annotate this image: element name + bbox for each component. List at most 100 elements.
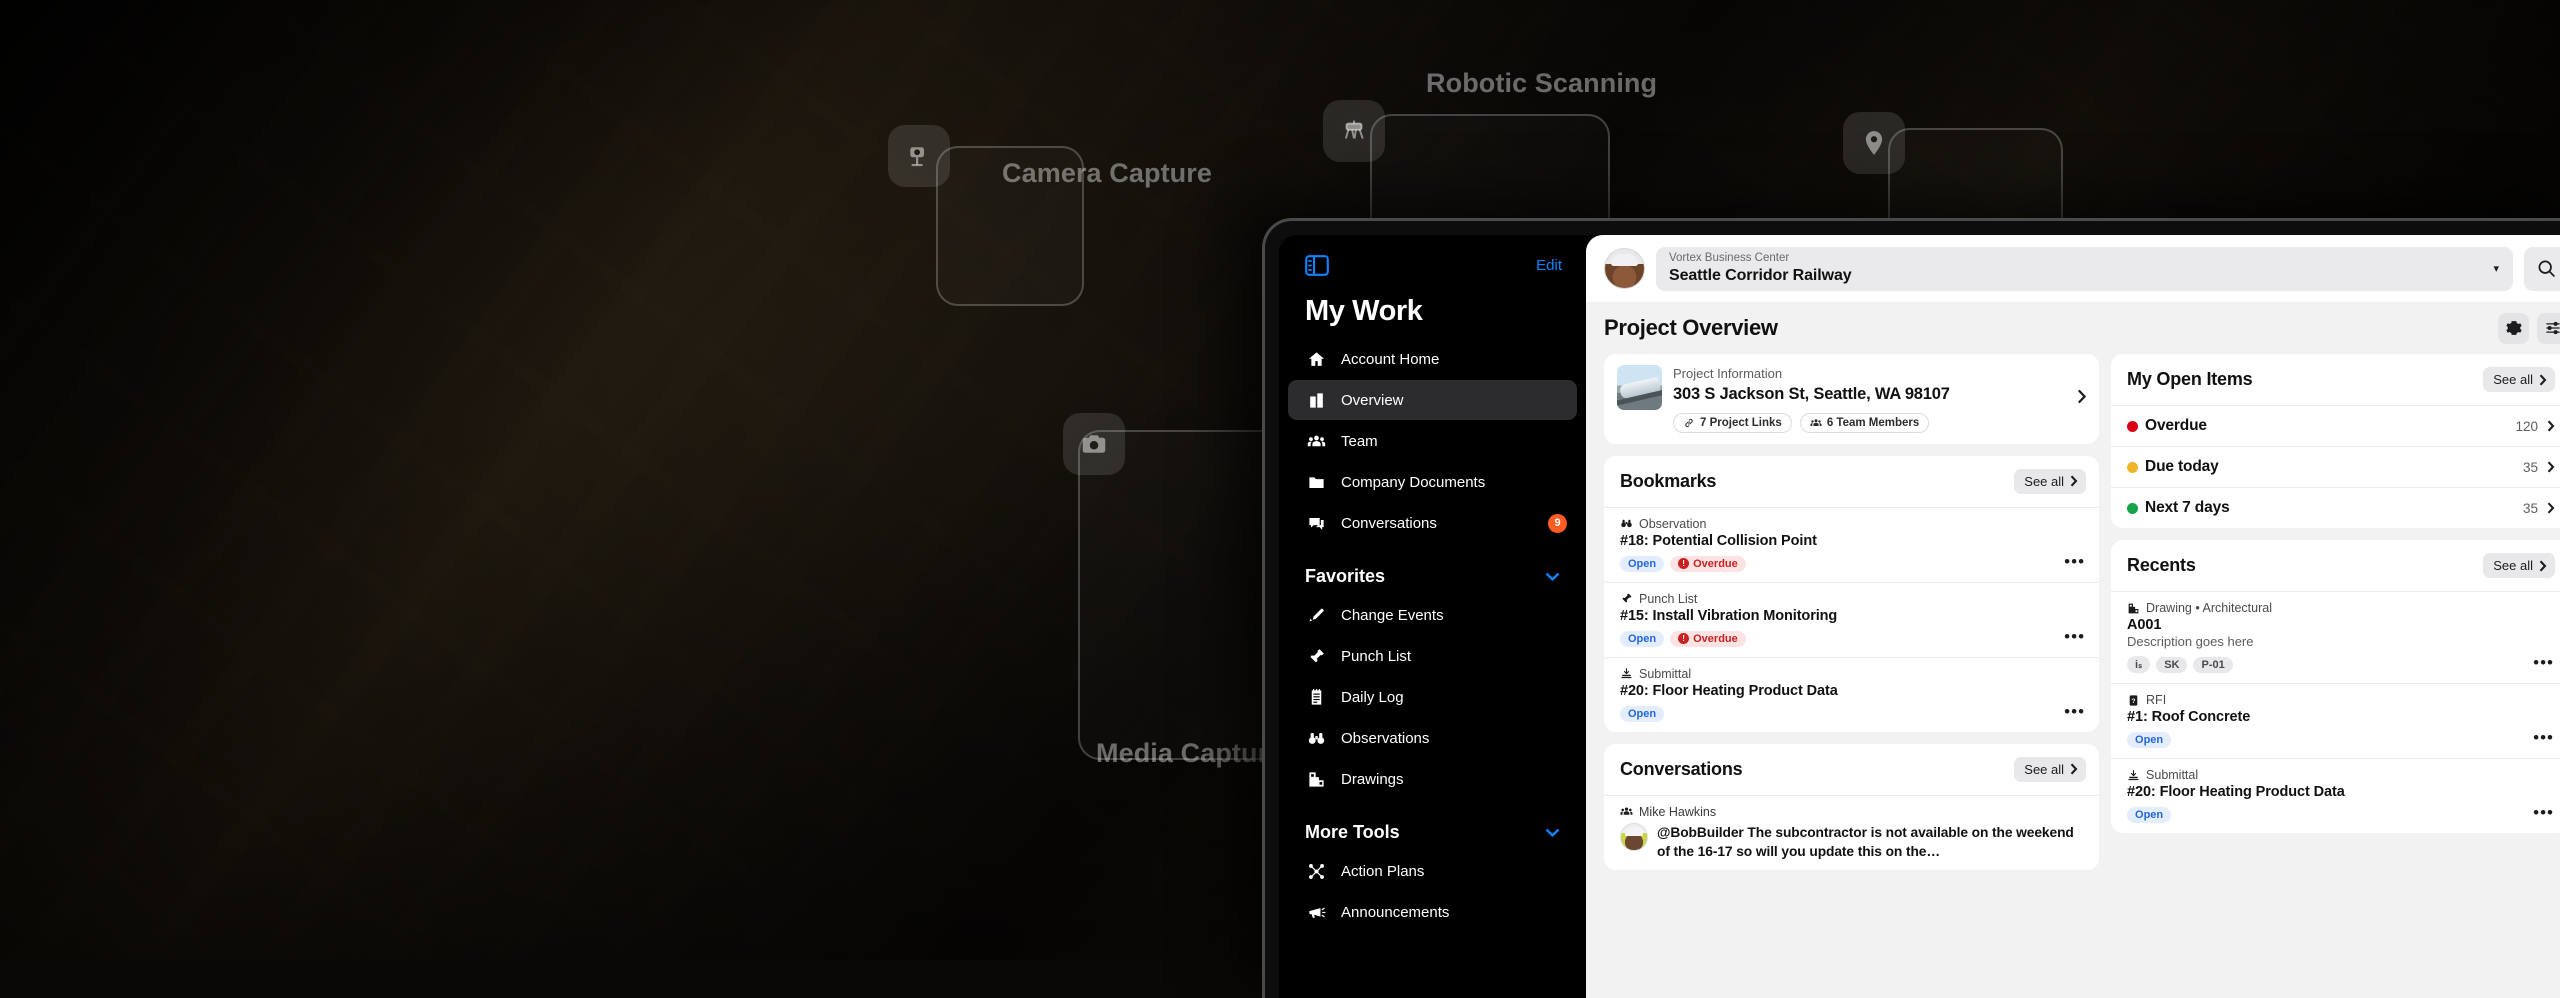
- bookmarks-see-all-button[interactable]: See all: [2014, 469, 2086, 494]
- sidebar-item-label: Announcements: [1341, 904, 1449, 921]
- bookmark-kind: Observation: [1620, 517, 2086, 531]
- sidebar-item-announcements[interactable]: Announcements: [1288, 892, 1577, 932]
- bookmark-kind-label: Observation: [1639, 517, 1706, 531]
- blueprint-icon: [2127, 602, 2140, 615]
- chevron-down-icon[interactable]: [1545, 828, 1560, 837]
- see-all-label: See all: [2493, 558, 2533, 573]
- pen-icon: [1305, 604, 1327, 626]
- sidebar-item-drawings[interactable]: Drawings: [1288, 759, 1577, 799]
- sidebar-item-conversations[interactable]: Conversations 9: [1288, 503, 1577, 543]
- avatar[interactable]: [1604, 248, 1645, 289]
- chevron-right-icon[interactable]: [2547, 502, 2555, 514]
- customize-button[interactable]: [2537, 313, 2560, 344]
- sidebar-item-daily-log[interactable]: Daily Log: [1288, 677, 1577, 717]
- chevron-right-icon: [2070, 475, 2078, 487]
- bookmarks-card: Bookmarks See all Observation #18: Poten…: [1604, 456, 2099, 732]
- open-item-label: Due today: [2145, 458, 2219, 476]
- chevron-right-icon: [2539, 560, 2547, 572]
- page-title: Project Overview: [1604, 315, 1778, 341]
- sidebar-item-change-events[interactable]: Change Events: [1288, 595, 1577, 635]
- sidebar-item-label: Action Plans: [1341, 863, 1424, 880]
- my-open-items-see-all-button[interactable]: See all: [2483, 367, 2555, 392]
- sidebar-section-label: More Tools: [1305, 822, 1400, 843]
- conversation-message: @BobBuilder The subcontractor is not ava…: [1657, 823, 2086, 862]
- open-item-next-7-days[interactable]: Next 7 days 35: [2111, 487, 2560, 528]
- chevron-right-icon[interactable]: [2547, 461, 2555, 473]
- open-item-overdue[interactable]: Overdue 120: [2111, 405, 2560, 446]
- project-selector[interactable]: Vortex Business Center Seattle Corridor …: [1656, 247, 2513, 291]
- megaphone-icon: [1305, 901, 1327, 923]
- row-more-menu[interactable]: •••: [2064, 628, 2085, 645]
- row-more-menu[interactable]: •••: [2533, 729, 2554, 746]
- sidebar-section-more-tools[interactable]: More Tools: [1279, 800, 1586, 850]
- sidebar-item-team[interactable]: Team: [1288, 421, 1577, 461]
- submittal-icon: [1620, 667, 1633, 680]
- chevron-right-icon[interactable]: [2077, 389, 2087, 409]
- sidebar-item-label: Observations: [1341, 730, 1429, 747]
- bookmark-tags: Open: [1620, 706, 2086, 722]
- recent-row[interactable]: Submittal #20: Floor Heating Product Dat…: [2111, 758, 2560, 833]
- bookmark-row[interactable]: Punch List #15: Install Vibration Monito…: [1604, 582, 2099, 657]
- open-item-label: Overdue: [2145, 417, 2207, 435]
- status-badge: Open: [1620, 556, 1664, 572]
- conversation-row[interactable]: Mike Hawkins @BobBuilder The subcontract…: [1604, 795, 2099, 870]
- bookmarks-header: Bookmarks See all: [1604, 456, 2099, 507]
- bookmarks-title: Bookmarks: [1620, 471, 1716, 492]
- row-more-menu[interactable]: •••: [2064, 553, 2085, 570]
- bookmark-title: #15: Install Vibration Monitoring: [1620, 608, 2086, 624]
- recent-title: #1: Roof Concrete: [2127, 709, 2555, 725]
- bookmark-kind: Punch List: [1620, 592, 2086, 606]
- row-more-menu[interactable]: •••: [2533, 804, 2554, 821]
- bookmark-tags: Open ! Overdue: [1620, 631, 2086, 647]
- revision-badge: iₛ: [2127, 656, 2150, 673]
- see-all-label: See all: [2493, 372, 2533, 387]
- my-open-items-header: My Open Items See all: [2111, 354, 2560, 405]
- chip-project-links[interactable]: 7 Project Links: [1673, 413, 1792, 433]
- bookmark-row[interactable]: Submittal #20: Floor Heating Product Dat…: [1604, 657, 2099, 732]
- settings-button[interactable]: [2498, 313, 2529, 344]
- column-right: My Open Items See all Overdue 120: [2111, 354, 2560, 998]
- recent-row[interactable]: Drawing • Architectural A001 Description…: [2111, 591, 2560, 683]
- conversation-author-name: Mike Hawkins: [1639, 805, 1716, 819]
- bookmark-row[interactable]: Observation #18: Potential Collision Poi…: [1604, 507, 2099, 582]
- sidebar-item-observations[interactable]: Observations: [1288, 718, 1577, 758]
- folder-icon: [1305, 471, 1327, 493]
- pushpin-icon: [1305, 645, 1327, 667]
- app-screen: Edit My Work Account Home Overview Team: [1279, 235, 2560, 998]
- chevron-right-icon: [2539, 374, 2547, 386]
- people-icon: [1810, 417, 1822, 429]
- recent-row[interactable]: ? RFI #1: Roof Concrete Open •••: [2111, 683, 2560, 758]
- recents-see-all-button[interactable]: See all: [2483, 553, 2555, 578]
- sidebar-item-action-plans[interactable]: Action Plans: [1288, 851, 1577, 891]
- conversation-body: @BobBuilder The subcontractor is not ava…: [1620, 823, 2086, 862]
- sidebar-edit-button[interactable]: Edit: [1536, 257, 1562, 274]
- project-information-label: Project Information: [1673, 365, 1950, 383]
- sidebar-item-overview[interactable]: Overview: [1288, 380, 1577, 420]
- recent-tags: Open: [2127, 807, 2555, 823]
- chevron-down-icon[interactable]: ▾: [2493, 262, 2499, 275]
- overlay-label-robotic-scanning: Robotic Scanning: [1426, 68, 1657, 99]
- discipline-badge: SK: [2156, 657, 2187, 673]
- sidebar-item-punch-list[interactable]: Punch List: [1288, 636, 1577, 676]
- network-icon: [1305, 860, 1327, 882]
- home-icon: [1305, 348, 1327, 370]
- sidebar-item-label: Company Documents: [1341, 474, 1485, 491]
- sidebar-toggle-icon[interactable]: [1305, 255, 1329, 276]
- conversations-see-all-button[interactable]: See all: [2014, 757, 2086, 782]
- sidebar-item-company-documents[interactable]: Company Documents: [1288, 462, 1577, 502]
- sidebar-item-account-home[interactable]: Account Home: [1288, 339, 1577, 379]
- open-item-due-today[interactable]: Due today 35: [2111, 446, 2560, 487]
- project-address: 303 S Jackson St, Seattle, WA 98107: [1673, 383, 1950, 405]
- project-information-row[interactable]: Project Information 303 S Jackson St, Se…: [1604, 354, 2099, 444]
- chevron-down-icon[interactable]: [1545, 572, 1560, 581]
- sidebar-section-favorites[interactable]: Favorites: [1279, 544, 1586, 594]
- search-button[interactable]: [2524, 247, 2560, 291]
- people-icon: [1620, 805, 1633, 818]
- sidebar-item-label: Account Home: [1341, 351, 1439, 368]
- row-more-menu[interactable]: •••: [2064, 703, 2085, 720]
- row-more-menu[interactable]: •••: [2533, 654, 2554, 671]
- chip-team-members[interactable]: 6 Team Members: [1800, 413, 1929, 433]
- chevron-right-icon[interactable]: [2547, 420, 2555, 432]
- sheet-badge: P-01: [2193, 657, 2232, 673]
- overlay-label-media-capture: Media Capture: [1096, 738, 1283, 769]
